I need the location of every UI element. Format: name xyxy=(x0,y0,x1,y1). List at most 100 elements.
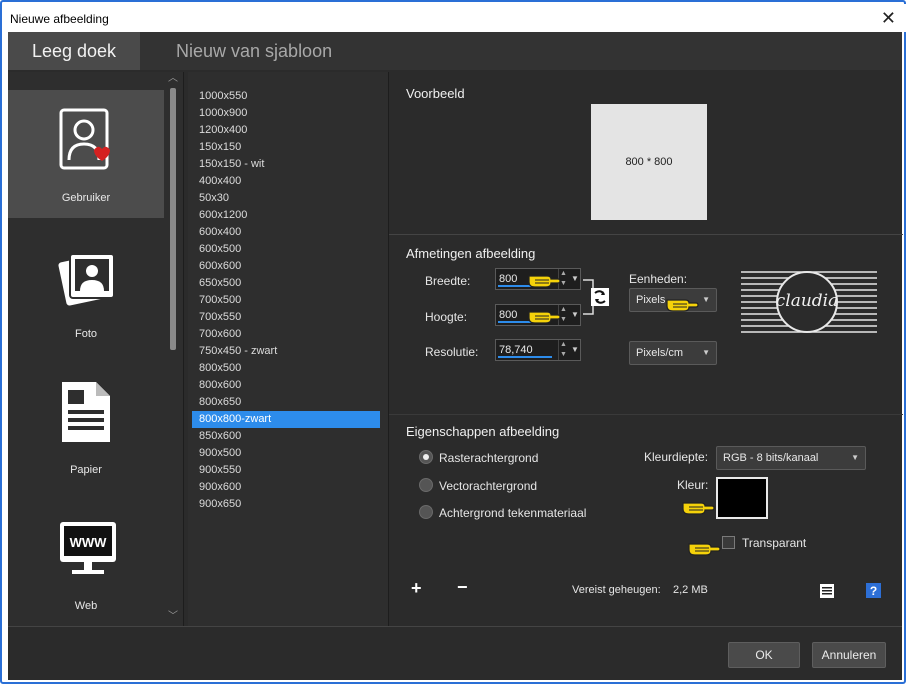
pointing-hand-icon xyxy=(688,543,721,556)
settings-panel: Voorbeeld 800 * 800 Afmetingen afbeeldin… xyxy=(388,72,903,626)
preset-item[interactable]: 150x150 xyxy=(192,139,380,156)
preset-list: 1000x550 1000x900 1200x400 150x150 150x150 -… xyxy=(188,72,388,626)
memory-value: 2,2 MB xyxy=(673,584,708,596)
remove-preset-icon[interactable]: − xyxy=(457,577,468,598)
pointing-hand-icon xyxy=(666,299,699,312)
preset-item[interactable]: 600x600 xyxy=(192,258,380,275)
scrollbar-thumb[interactable] xyxy=(170,88,176,350)
preset-item[interactable]: 800x600 xyxy=(192,377,380,394)
width-value: 800 xyxy=(499,273,518,285)
chevron-down-icon: ▼ xyxy=(702,348,710,357)
category-panel: Gebruiker Foto Papier WWW Web ︿ ﹀ xyxy=(8,72,184,626)
preset-item[interactable]: 600x500 xyxy=(192,241,380,258)
category-scrollbar[interactable]: ︿ ﹀ xyxy=(168,74,178,622)
preset-item[interactable]: 50x30 xyxy=(192,190,380,207)
preset-item[interactable]: 900x650 xyxy=(192,496,380,513)
preset-item[interactable]: 150x150 - wit xyxy=(192,156,380,173)
photo-icon xyxy=(58,253,115,306)
svg-text:?: ? xyxy=(870,584,877,598)
resolution-value: 78,740 xyxy=(499,344,533,356)
resolution-stepper[interactable]: ▲ ▼ xyxy=(558,340,568,360)
divider xyxy=(389,234,903,235)
cancel-button[interactable]: Annuleren xyxy=(812,642,886,668)
preset-item[interactable]: 600x400 xyxy=(192,224,380,241)
dialog-body: Leeg doek Nieuw van sjabloon Gebruiker F… xyxy=(8,32,903,680)
preset-item[interactable]: 600x1200 xyxy=(192,207,380,224)
category-label: Gebruiker xyxy=(61,192,111,204)
raster-radio[interactable] xyxy=(419,450,433,464)
color-depth-value: RGB - 8 bits/kanaal xyxy=(723,452,819,464)
preset-item[interactable]: 900x500 xyxy=(192,445,380,462)
close-icon[interactable]: ✕ xyxy=(881,8,896,29)
category-label: Papier xyxy=(70,464,102,476)
chevron-down-icon: ▼ xyxy=(702,295,710,304)
category-label: Foto xyxy=(74,328,97,340)
preset-item[interactable]: 900x550 xyxy=(192,462,380,479)
transparent-label: Transparant xyxy=(742,536,807,550)
color-depth-select[interactable]: RGB - 8 bits/kanaal ▼ xyxy=(716,446,866,470)
dimensions-title: Afmetingen afbeelding xyxy=(406,246,536,261)
properties-title: Eigenschappen afbeelding xyxy=(406,424,560,439)
vector-label: Vectorachtergrond xyxy=(439,479,538,493)
preset-item[interactable]: 650x500 xyxy=(192,275,380,292)
preset-item[interactable]: 1000x550 xyxy=(192,88,380,105)
divider xyxy=(389,414,903,415)
svg-text:claudia: claudia xyxy=(776,291,839,311)
color-depth-label: Kleurdiepte: xyxy=(644,450,709,464)
tab-bar: Leeg doek Nieuw van sjabloon xyxy=(8,32,902,70)
scroll-up-icon[interactable]: ︿ xyxy=(168,74,178,84)
preset-item[interactable]: 800x650 xyxy=(192,394,380,411)
web-monitor-icon: WWW xyxy=(60,522,116,574)
vector-radio[interactable] xyxy=(419,478,433,492)
add-preset-icon[interactable]: + xyxy=(411,578,422,599)
window-frame: Nieuwe afbeelding ✕ Leeg doek Nieuw van … xyxy=(0,0,906,684)
preset-item[interactable]: 1000x900 xyxy=(192,105,380,122)
preset-item[interactable]: 700x500 xyxy=(192,292,380,309)
category-foto[interactable]: Foto xyxy=(8,226,164,354)
width-label: Breedte: xyxy=(425,274,471,288)
preset-item[interactable]: 1200x400 xyxy=(192,122,380,139)
preset-list-icon[interactable] xyxy=(819,583,835,599)
preset-item[interactable]: 800x800-zwart xyxy=(192,411,380,428)
material-label: Achtergrond tekenmateriaal xyxy=(439,506,587,520)
watermark-logo: claudia xyxy=(741,268,877,334)
transparent-checkbox[interactable] xyxy=(722,536,735,549)
tab-leeg-doek[interactable]: Leeg doek xyxy=(8,32,140,70)
width-dropdown-icon[interactable]: ▼ xyxy=(570,269,580,289)
tab-nieuw-van-sjabloon[interactable]: Nieuw van sjabloon xyxy=(176,32,332,70)
preset-item[interactable]: 900x600 xyxy=(192,479,380,496)
chevron-down-icon: ▼ xyxy=(851,453,859,462)
title-bar: Nieuwe afbeelding ✕ xyxy=(4,4,906,32)
category-web[interactable]: WWW Web xyxy=(8,498,164,626)
preset-item[interactable]: 400x400 xyxy=(192,173,380,190)
resolution-field[interactable]: 78,740 ▲ ▼ ▼ xyxy=(495,339,581,361)
units-label: Eenheden: xyxy=(629,272,688,286)
pointing-hand-icon xyxy=(682,502,715,515)
svg-text:WWW: WWW xyxy=(70,535,108,550)
units-value: Pixels xyxy=(636,294,666,306)
resolution-label: Resolutie: xyxy=(425,345,479,359)
raster-label: Rasterachtergrond xyxy=(439,451,539,465)
help-icon[interactable]: ? xyxy=(866,583,881,598)
preset-item[interactable]: 850x600 xyxy=(192,428,380,445)
ok-button[interactable]: OK xyxy=(728,642,800,668)
resolution-units-value: Pixels/cm xyxy=(636,347,684,359)
resolution-dropdown-icon[interactable]: ▼ xyxy=(570,340,580,360)
height-dropdown-icon[interactable]: ▼ xyxy=(570,305,580,325)
pointing-hand-icon xyxy=(528,275,561,288)
scroll-down-icon[interactable]: ﹀ xyxy=(168,612,178,622)
aspect-lock-icon[interactable] xyxy=(581,276,611,318)
color-swatch[interactable] xyxy=(716,477,768,519)
window-title: Nieuwe afbeelding xyxy=(10,12,109,26)
height-value: 800 xyxy=(499,309,518,321)
preset-item[interactable]: 700x550 xyxy=(192,309,380,326)
material-radio[interactable] xyxy=(419,505,433,519)
preset-item[interactable]: 700x600 xyxy=(192,326,380,343)
dialog-footer: OK Annuleren xyxy=(8,626,902,680)
category-gebruiker[interactable]: Gebruiker xyxy=(8,90,164,218)
resolution-units-select[interactable]: Pixels/cm ▼ xyxy=(629,341,717,365)
height-label: Hoogte: xyxy=(425,310,468,324)
preset-item[interactable]: 800x500 xyxy=(192,360,380,377)
preset-item[interactable]: 750x450 - zwart xyxy=(192,343,380,360)
category-papier[interactable]: Papier xyxy=(8,362,164,490)
